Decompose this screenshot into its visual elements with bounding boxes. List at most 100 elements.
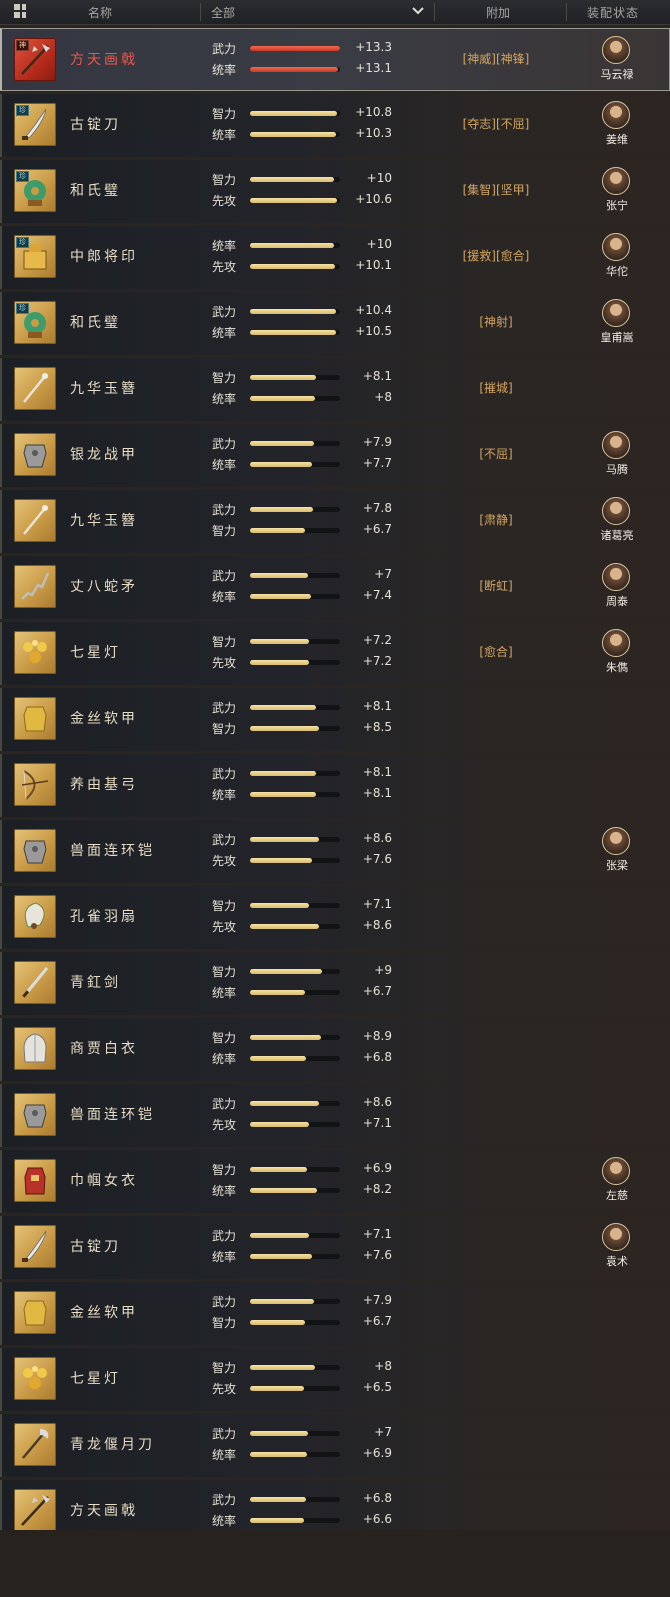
stat-bar xyxy=(250,771,340,776)
equipment-row[interactable]: 兽面连环铠 武力 +8.6 先攻 +7.6 张梁 xyxy=(0,820,670,883)
equipment-row[interactable]: 九华玉簪 武力 +7.8 智力 +6.7 [肃静] 诸葛亮 xyxy=(0,490,670,553)
equipment-row[interactable]: 珍和氏璧 武力 +10.4 统率 +10.5 [神射] 皇甫嵩 xyxy=(0,292,670,355)
equipment-row[interactable]: 珍中郎将印 统率 +10 先攻 +10.1 [援救][愈合] 华佗 xyxy=(0,226,670,289)
stat-value: +8.1 xyxy=(362,699,392,713)
equipment-row[interactable]: 七星灯 智力 +7.2 先攻 +7.2 [愈合] 朱儁 xyxy=(0,622,670,685)
stat-value: +7.1 xyxy=(362,1227,392,1241)
stat-line: 智力 +7.1 xyxy=(212,897,392,913)
equipment-row[interactable]: 青龙偃月刀 武力 +7 统率 +6.9 xyxy=(0,1414,670,1477)
stat-bar xyxy=(250,1431,340,1436)
equipment-row[interactable]: 兽面连环铠 武力 +8.6 先攻 +7.1 xyxy=(0,1084,670,1147)
vest-icon xyxy=(14,1291,56,1334)
officer-name: 周泰 xyxy=(606,595,628,608)
avatar xyxy=(602,1157,630,1185)
stat-line: 统率 +13.1 xyxy=(212,61,392,77)
bonus-tags: [夺志][不屈] xyxy=(462,117,530,131)
stat-label: 武力 xyxy=(212,569,237,583)
stat-bar xyxy=(250,441,340,446)
stat-label: 先攻 xyxy=(212,1382,237,1396)
equipment-row[interactable]: 珍古锭刀 智力 +10.8 统率 +10.3 [夺志][不屈] 姜维 xyxy=(0,94,670,157)
stat-value: +7.1 xyxy=(362,897,392,911)
category-filter-value[interactable]: 全部 xyxy=(211,4,235,21)
equipment-name: 七星灯 xyxy=(70,645,121,661)
stat-line: 先攻 +7.6 xyxy=(212,852,392,868)
equipped-officer[interactable]: 袁术 xyxy=(582,1223,652,1273)
stat-label: 统率 xyxy=(212,392,237,406)
equipped-officer[interactable]: 诸葛亮 xyxy=(582,497,652,547)
equipment-row[interactable]: 七星灯 智力 +8 先攻 +6.5 xyxy=(0,1348,670,1411)
avatar xyxy=(602,629,630,657)
stat-bar-fill xyxy=(250,198,337,203)
equipment-row[interactable]: 丈八蛇矛 武力 +7 统率 +7.4 [断虹] 周泰 xyxy=(0,556,670,619)
stat-bar xyxy=(250,924,340,929)
equipment-row[interactable]: 青釭剑 智力 +9 统率 +6.7 xyxy=(0,952,670,1015)
equipment-row[interactable]: 银龙战甲 武力 +7.9 统率 +7.7 [不屈] 马腾 xyxy=(0,424,670,487)
stat-line: 智力 +10.8 xyxy=(212,105,392,121)
stat-label: 武力 xyxy=(212,833,237,847)
equipment-row[interactable]: 神方天画戟 武力 +13.3 统率 +13.1 [神威][神锋] 马云禄 xyxy=(0,28,670,91)
equipped-officer[interactable]: 皇甫嵩 xyxy=(582,299,652,349)
stat-label: 智力 xyxy=(212,1361,237,1375)
robe-icon xyxy=(14,1027,56,1070)
stat-bar xyxy=(250,1497,340,1502)
equipment-row[interactable]: 九华玉簪 智力 +8.1 统率 +8 [摧城] xyxy=(0,358,670,421)
stat-line: 先攻 +10.6 xyxy=(212,192,392,208)
equipped-officer[interactable]: 左慈 xyxy=(582,1157,652,1207)
bonus-tags: [不屈] xyxy=(479,447,513,461)
stat-value: +10.1 xyxy=(355,258,392,272)
stat-bar xyxy=(250,1233,340,1238)
equipped-officer[interactable]: 张梁 xyxy=(582,827,652,877)
officer-name: 左慈 xyxy=(606,1189,628,1202)
stat-bar-fill xyxy=(250,528,305,533)
avatar xyxy=(602,299,630,327)
equipment-row[interactable]: 古锭刀 武力 +7.1 统率 +7.6 袁术 xyxy=(0,1216,670,1279)
stat-label: 先攻 xyxy=(212,854,237,868)
grid-view-icon[interactable] xyxy=(14,4,30,20)
stat-label: 武力 xyxy=(212,1427,237,1441)
stat-value: +6.8 xyxy=(362,1050,392,1064)
stat-bar xyxy=(250,1101,340,1106)
stat-bar xyxy=(250,639,340,644)
stat-bar-fill xyxy=(250,1101,319,1106)
stat-bar xyxy=(250,46,340,51)
stat-line: 统率 +7.4 xyxy=(212,588,392,604)
stat-line: 智力 +6.7 xyxy=(212,1314,392,1330)
equipment-row[interactable]: 养由基弓 武力 +8.1 统率 +8.1 xyxy=(0,754,670,817)
equipped-officer[interactable]: 马腾 xyxy=(582,431,652,481)
chevron-down-icon[interactable] xyxy=(410,3,426,19)
stat-label: 武力 xyxy=(212,437,237,451)
stat-label: 武力 xyxy=(212,767,237,781)
equipped-officer[interactable]: 朱儁 xyxy=(582,629,652,679)
column-name-header[interactable]: 名称 xyxy=(88,4,112,21)
equipped-officer[interactable]: 姜维 xyxy=(582,101,652,151)
equipped-officer[interactable]: 马云禄 xyxy=(582,36,652,86)
stat-bar xyxy=(250,726,340,731)
stat-line: 智力 +8.5 xyxy=(212,720,392,736)
stat-bar-fill xyxy=(250,1386,304,1391)
stat-bar-fill xyxy=(250,1122,309,1127)
stat-bar-fill xyxy=(250,573,308,578)
stat-line: 智力 +6.7 xyxy=(212,522,392,538)
stat-value: +8.2 xyxy=(362,1182,392,1196)
seal-icon: 珍 xyxy=(14,235,56,278)
stat-line: 武力 +7 xyxy=(212,1425,392,1441)
tier-badge: 珍 xyxy=(16,171,29,182)
equipment-row[interactable]: 金丝软甲 武力 +7.9 智力 +6.7 xyxy=(0,1282,670,1345)
tier-badge: 珍 xyxy=(16,303,29,314)
stat-line: 智力 +10 xyxy=(212,171,392,187)
stat-bar xyxy=(250,1386,340,1391)
stat-bar xyxy=(250,264,340,269)
equipment-row[interactable]: 珍和氏璧 智力 +10 先攻 +10.6 [集智][坚甲] 张宁 xyxy=(0,160,670,223)
equipment-row[interactable]: 金丝软甲 武力 +8.1 智力 +8.5 xyxy=(0,688,670,751)
equipment-row[interactable]: 孔雀羽扇 智力 +7.1 先攻 +8.6 xyxy=(0,886,670,949)
equipped-officer[interactable]: 张宁 xyxy=(582,167,652,217)
equipment-row[interactable]: 巾帼女衣 智力 +6.9 统率 +8.2 左慈 xyxy=(0,1150,670,1213)
bonus-tags: [神威][神锋] xyxy=(462,52,530,66)
equipped-officer[interactable]: 周泰 xyxy=(582,563,652,613)
stat-bar xyxy=(250,177,340,182)
stat-bar xyxy=(250,1167,340,1172)
equipment-row[interactable]: 商贾白衣 智力 +8.9 统率 +6.8 xyxy=(0,1018,670,1081)
blade-icon xyxy=(14,1225,56,1268)
equipped-officer[interactable]: 华佗 xyxy=(582,233,652,283)
stat-bar xyxy=(250,573,340,578)
